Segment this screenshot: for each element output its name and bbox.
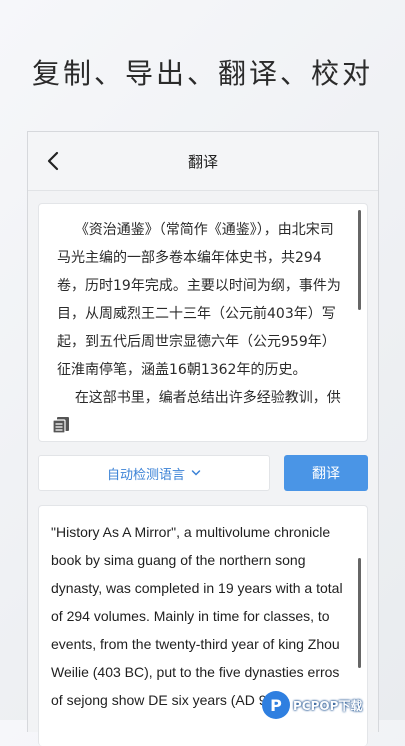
chevron-down-icon [191,470,201,476]
phone-frame: 翻译 《资治通鉴》（常简作《通鉴》），由北宋司马光主编的一部多卷本编年体史书，共… [27,131,379,746]
translate-controls: 自动检测语言 翻译 [38,455,368,491]
headline: 复制、导出、翻译、校对 [31,57,373,90]
watermark-text: PCPOP下载 [293,698,363,713]
page-title: 翻译 [187,153,218,171]
navbar: 翻译 [28,132,378,191]
watermark-logo: P [262,691,290,719]
language-select[interactable]: 自动检测语言 [38,455,270,491]
source-text-card[interactable]: 《资治通鉴》（常简作《通鉴》），由北宋司马光主编的一部多卷本编年体史书，共294… [38,203,368,442]
translate-button[interactable]: 翻译 [284,455,368,491]
language-select-label: 自动检测语言 [106,467,185,483]
copy-icon[interactable] [52,416,70,434]
output-text[interactable]: "History As A Mirror", a multivolume chr… [39,506,367,714]
source-text[interactable]: 《资治通鉴》（常简作《通鉴》），由北宋司马光主编的一部多卷本编年体史书，共294… [39,204,367,412]
source-scrollbar[interactable] [358,210,361,310]
watermark: P PCPOP下载 [262,690,362,720]
output-scrollbar[interactable] [358,558,361,668]
